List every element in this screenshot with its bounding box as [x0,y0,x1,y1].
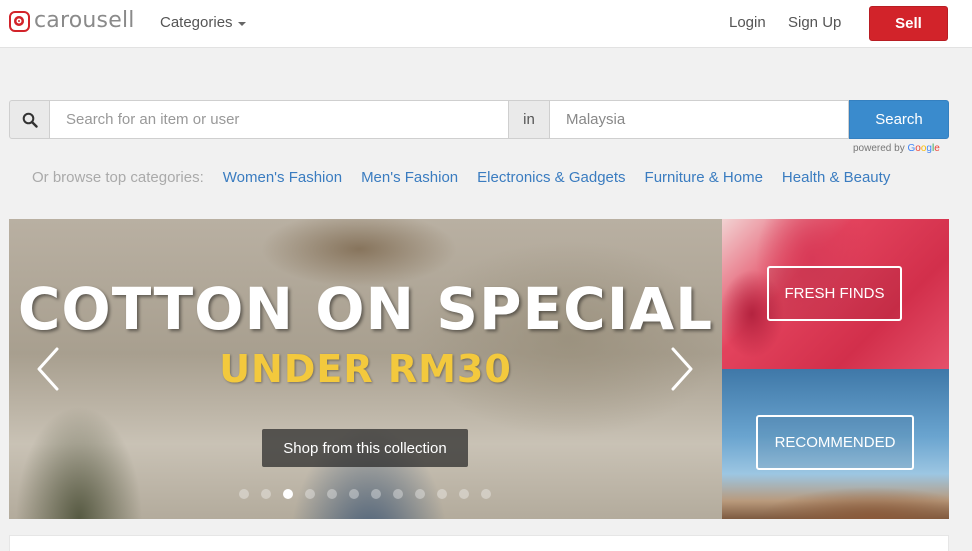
carousel-dot[interactable] [459,489,469,499]
carousel-dot[interactable] [415,489,425,499]
carousel-dot[interactable] [371,489,381,499]
recommended-tile[interactable]: RECOMMENDED [722,369,949,519]
logo-icon [9,10,30,32]
category-link-electronics-gadgets[interactable]: Electronics & Gadgets [477,169,625,186]
sell-button[interactable]: Sell [869,6,948,41]
chevron-down-icon [237,21,246,26]
categories-dropdown[interactable]: Categories [160,14,246,31]
category-link-mens-fashion[interactable]: Men's Fashion [361,169,458,186]
powered-by-google: powered by Google [853,143,940,154]
search-input[interactable] [50,100,509,139]
search-bar: in Search [9,100,949,139]
logo-text: carousell [34,8,135,33]
carousel-dot[interactable] [437,489,447,499]
browse-label: Or browse top categories: [32,169,204,186]
category-link-womens-fashion[interactable]: Women's Fashion [223,169,342,186]
carousel-dot[interactable] [305,489,315,499]
signup-link[interactable]: Sign Up [788,14,841,31]
content-card [9,535,949,551]
carousel-dot[interactable] [239,489,249,499]
carousel-dot[interactable] [261,489,271,499]
search-icon[interactable] [9,100,50,139]
category-link-health-beauty[interactable]: Health & Beauty [782,169,890,186]
carousel-indicators [239,489,503,499]
google-logo: Google [907,143,940,154]
shop-collection-button[interactable]: Shop from this collection [262,429,468,467]
categories-label: Categories [160,14,233,31]
chevron-right-icon[interactable] [667,346,697,392]
carousell-logo[interactable]: carousell [9,10,135,32]
recommended-label: RECOMMENDED [756,415,914,470]
search-button[interactable]: Search [849,100,949,139]
top-header: carousell Categories Login Sign Up Sell [0,0,972,48]
carousel-dot[interactable] [283,489,293,499]
chevron-left-icon[interactable] [33,346,63,392]
carousel-dot[interactable] [349,489,359,499]
carousel-dot[interactable] [393,489,403,499]
category-link-furniture-home[interactable]: Furniture & Home [645,169,763,186]
powered-by-text: powered by [853,143,905,154]
fresh-finds-tile[interactable]: FRESH FINDS [722,219,949,369]
hero-carousel[interactable]: COTTON ON SPECIAL UNDER RM30 Shop from t… [9,219,722,519]
fresh-finds-label: FRESH FINDS [767,266,902,321]
browse-categories: Or browse top categories: Women's Fashio… [32,169,909,186]
location-input[interactable] [550,100,849,139]
carousel-dot[interactable] [481,489,491,499]
hero-title: COTTON ON SPECIAL [17,275,714,343]
hero-subtitle: UNDER RM30 [219,347,512,391]
login-link[interactable]: Login [729,14,766,31]
carousel-dot[interactable] [327,489,337,499]
in-label: in [509,100,550,139]
